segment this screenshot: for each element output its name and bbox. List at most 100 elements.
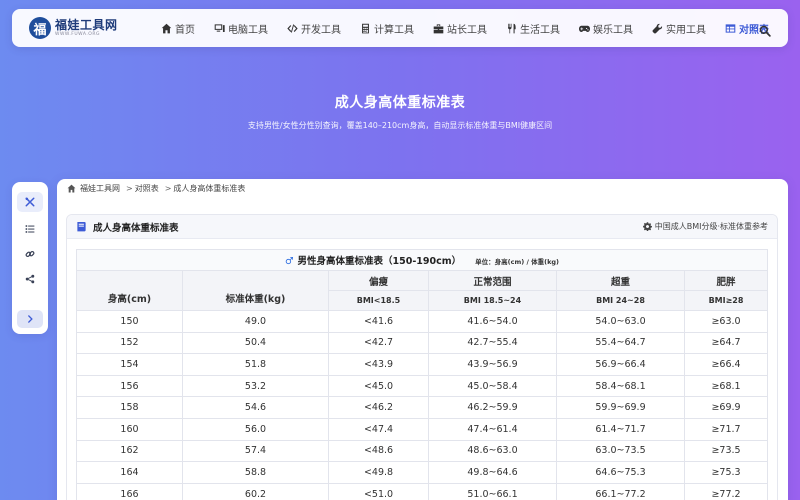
page-title: 成人身高体重标准表 [334, 95, 466, 111]
cell-standard-weight: 60.2 [182, 482, 329, 500]
logo-subtitle: WWW.FUWA.ORG [55, 31, 100, 37]
card-reference-text: 中国成人BMI分级·标准体重参考 [654, 222, 768, 231]
cell-normal: 42.7~55.4 [428, 331, 557, 355]
breadcrumb: 福娃工具网 > 对照表 > 成人身高体重标准表 [67, 183, 245, 194]
nav-menu: 首页 电脑工具 开发工具 计算工具 站长工具 生活工具 娱乐工具 实用工具 对照… [161, 21, 788, 36]
bmi-underweight: BMI<18.5 [328, 290, 429, 311]
cell-height: 156 [76, 374, 183, 398]
male-icon: ♂ [284, 256, 294, 267]
dock-list-button[interactable] [17, 219, 43, 239]
nav-item-label: 开发工具 [301, 24, 341, 36]
nav-item-label: 实用工具 [666, 24, 706, 36]
cell-normal: 51.0~66.1 [428, 482, 557, 500]
cell-underweight: <49.8 [328, 461, 429, 484]
nav-item-label: 电脑工具 [228, 24, 268, 36]
cell-overweight: 63.0~73.5 [556, 439, 685, 463]
cell-normal: 45.0~58.4 [428, 374, 557, 398]
nav-item-label: 站长工具 [447, 24, 487, 36]
cell-obese: ≥66.4 [684, 353, 768, 376]
search-icon [759, 25, 771, 37]
nav-item-label: 计算工具 [374, 24, 414, 36]
list-icon [25, 225, 35, 233]
cell-overweight: 66.1~77.2 [556, 482, 685, 500]
tools-icon [25, 197, 35, 207]
computer-icon [214, 23, 225, 32]
header-overweight: 超重 [556, 270, 685, 291]
cell-overweight: 59.9~69.9 [556, 396, 685, 419]
dock-tools-button[interactable] [17, 192, 43, 212]
calculator-icon [362, 23, 369, 33]
table-row: 158 54.6 <46.2 46.2~59.9 59.9~69.9 ≥69.9 [76, 396, 768, 419]
cell-obese: ≥69.9 [684, 396, 768, 419]
nav-item-webmaster-tools[interactable]: 站长工具 [433, 21, 487, 36]
cell-overweight: 56.9~66.4 [556, 353, 685, 376]
height-weight-table: ♂ 男性身高体重标准表（150-190cm） 单位：身高(cm) / 体重(kg) … [76, 249, 768, 500]
card-reference: 中国成人BMI分级·标准体重参考 [642, 221, 768, 232]
cell-height: 164 [76, 461, 183, 484]
share-icon [25, 274, 35, 284]
nav-item-label: 娱乐工具 [593, 24, 633, 36]
search-button[interactable] [759, 22, 771, 37]
cell-normal: 47.4~61.4 [428, 417, 557, 441]
utensils-icon [508, 23, 516, 33]
wrench-icon [652, 23, 663, 33]
cell-normal: 43.9~56.9 [428, 353, 557, 376]
cell-underweight: <42.7 [328, 331, 429, 355]
breadcrumb-home[interactable]: 福娃工具网 [80, 183, 120, 194]
card-title: 成人身高体重标准表 [93, 222, 179, 234]
nav-item-home[interactable]: 首页 [161, 21, 195, 36]
site-logo[interactable]: 福 福娃工具网 WWW.FUWA.ORG [29, 17, 149, 39]
chart-card: 成人身高体重标准表 中国成人BMI分级·标准体重参考 ♂ 男性身高体重标准表（15… [66, 214, 778, 500]
unit-note: 单位：身高(cm) / 体重(kg) [475, 258, 560, 266]
logo-title: 福娃工具网 [55, 17, 118, 32]
breadcrumb-separator: > [126, 184, 133, 193]
toolbox-icon [433, 23, 444, 33]
nav-item-practical-tools[interactable]: 实用工具 [652, 21, 706, 36]
card-header: 成人身高体重标准表 中国成人BMI分级·标准体重参考 [67, 215, 777, 239]
nav-item-computer-tools[interactable]: 电脑工具 [214, 21, 268, 36]
cell-obese: ≥77.2 [684, 482, 768, 500]
nav-item-calc-tools[interactable]: 计算工具 [360, 21, 414, 36]
book-icon [77, 222, 86, 232]
header-standard-weight: 标准体重(kg) [182, 270, 329, 311]
cell-underweight: <51.0 [328, 482, 429, 500]
cell-obese: ≥73.5 [684, 439, 768, 463]
cell-standard-weight: 58.8 [182, 461, 329, 484]
logo-text: 福娃工具网 WWW.FUWA.ORG [55, 19, 118, 38]
cell-overweight: 55.4~64.7 [556, 331, 685, 355]
dock-share-button[interactable] [17, 269, 43, 289]
cell-normal: 48.6~63.0 [428, 439, 557, 463]
nav-item-label: 生活工具 [520, 24, 560, 36]
dock-expand-button[interactable] [17, 310, 43, 328]
logo-mark: 福 [29, 17, 51, 39]
cell-obese: ≥64.7 [684, 331, 768, 355]
header-height: 身高(cm) [76, 270, 183, 311]
bmi-overweight: BMI 24~28 [556, 290, 685, 311]
cell-underweight: <47.4 [328, 417, 429, 441]
dock-link-button[interactable] [17, 244, 43, 264]
breadcrumb-current: 成人身高体重标准表 [173, 184, 246, 193]
bmi-obese: BMI≥28 [684, 290, 768, 311]
cell-underweight: <41.6 [328, 310, 429, 333]
cell-underweight: <45.0 [328, 374, 429, 398]
table-row: 156 53.2 <45.0 45.0~58.4 58.4~68.1 ≥68.1 [76, 374, 768, 398]
link-icon [25, 250, 35, 258]
nav-item-label: 首页 [175, 24, 195, 36]
gamepad-icon [579, 25, 590, 32]
nav-item-life-tools[interactable]: 生活工具 [506, 21, 560, 36]
cell-standard-weight: 54.6 [182, 396, 329, 419]
cell-standard-weight: 53.2 [182, 374, 329, 398]
cell-standard-weight: 57.4 [182, 439, 329, 463]
table-row: 154 51.8 <43.9 43.9~56.9 56.9~66.4 ≥66.4 [76, 353, 768, 376]
cell-obese: ≥63.0 [684, 310, 768, 333]
code-icon [287, 23, 298, 33]
breadcrumb-level1[interactable]: 对照表 [135, 183, 159, 194]
nav-item-dev-tools[interactable]: 开发工具 [287, 21, 341, 36]
cell-normal: 49.8~64.6 [428, 461, 557, 484]
cell-underweight: <48.6 [328, 439, 429, 463]
page-subtitle: 支持男性/女性分性别查询，覆盖140–210cm身高，自动显示标准体重与BMI健… [247, 121, 553, 130]
nav-item-fun-tools[interactable]: 娱乐工具 [579, 21, 633, 36]
cell-obese: ≥75.3 [684, 461, 768, 484]
cell-standard-weight: 50.4 [182, 331, 329, 355]
table-caption: ♂ 男性身高体重标准表（150-190cm） 单位：身高(cm) / 体重(kg) [76, 249, 768, 271]
